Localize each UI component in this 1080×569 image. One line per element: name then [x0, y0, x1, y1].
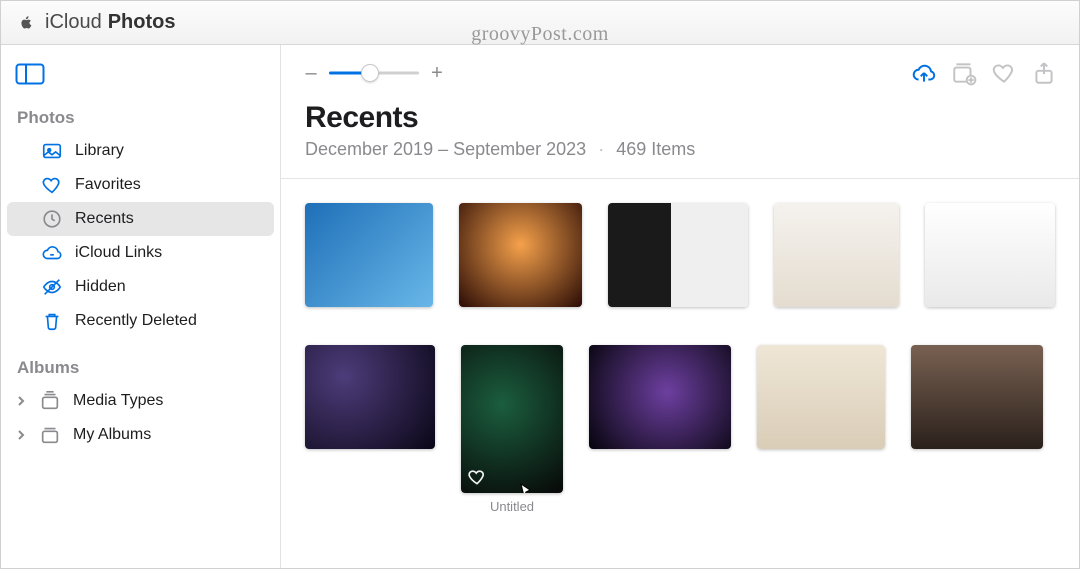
albums-icon [39, 424, 61, 446]
grid-row [305, 203, 1055, 307]
heart-outline-icon[interactable] [467, 467, 487, 487]
library-icon [41, 140, 63, 162]
trash-icon [41, 310, 63, 332]
sidebar-item-label: Recently Deleted [75, 312, 197, 330]
icloud-photos-window: iCloud Photos groovyPost.com Photos Libr… [0, 0, 1080, 569]
cursor-icon [519, 483, 535, 493]
photo-thumbnail[interactable] [305, 345, 435, 449]
sidebar-item-media-types[interactable]: Media Types [7, 384, 274, 418]
slider-knob[interactable] [361, 64, 379, 82]
sidebar-toggle-icon [15, 63, 45, 85]
favorite-icon[interactable] [991, 60, 1017, 86]
titlebar: iCloud Photos groovyPost.com [1, 1, 1079, 45]
eye-slash-icon [41, 276, 63, 298]
sidebar-item-label: iCloud Links [75, 244, 162, 262]
zoom-out-button[interactable]: – [303, 62, 319, 85]
sidebar-item-label: Media Types [73, 392, 163, 410]
photo-thumbnail[interactable] [925, 203, 1055, 307]
add-to-album-icon[interactable] [951, 60, 977, 86]
sidebar-item-label: Hidden [75, 278, 126, 296]
content-header: Recents December 2019 – September 2023 ·… [281, 101, 1079, 170]
page-subtitle: December 2019 – September 2023 · 469 Ite… [305, 139, 1055, 160]
watermark: groovyPost.com [471, 23, 609, 46]
sidebar-item-my-albums[interactable]: My Albums [7, 418, 274, 452]
upload-icon[interactable] [911, 60, 937, 86]
app-title-main: Photos [108, 11, 176, 34]
sidebar-view-toggle[interactable] [1, 55, 280, 102]
section-albums: Albums [1, 352, 280, 384]
photo-thumbnail[interactable] [608, 203, 747, 307]
date-range: December 2019 – September 2023 [305, 139, 586, 160]
section-photos: Photos [1, 102, 280, 134]
photo-thumbnail[interactable] [757, 345, 885, 449]
zoom-in-button[interactable]: + [429, 62, 445, 85]
photo-thumbnail[interactable] [305, 203, 433, 307]
sidebar: Photos Library Favorites Recents iCloud … [1, 45, 281, 568]
page-title: Recents [305, 101, 1055, 135]
sidebar-item-icloud-links[interactable]: iCloud Links [7, 236, 274, 270]
separator-dot: · [598, 139, 604, 160]
sidebar-item-label: Recents [75, 210, 134, 228]
sidebar-item-recents[interactable]: Recents [7, 202, 274, 236]
toolbar: – + [281, 45, 1079, 101]
grid-row: Untitled [305, 345, 1055, 514]
heart-icon [41, 174, 63, 196]
content: – + Recents December 2019 – Septe [281, 45, 1079, 568]
app-title-prefix: iCloud [45, 11, 102, 34]
photo-thumbnail[interactable] [459, 203, 583, 307]
sidebar-item-label: Library [75, 142, 124, 160]
chevron-right-icon [15, 429, 27, 441]
zoom-control: – + [303, 62, 445, 85]
photo-thumbnail-hover[interactable] [461, 345, 563, 493]
thumbnail-caption: Untitled [461, 499, 563, 514]
item-count: 469 Items [616, 139, 695, 160]
sidebar-item-favorites[interactable]: Favorites [7, 168, 274, 202]
sidebar-item-hidden[interactable]: Hidden [7, 270, 274, 304]
apple-logo-icon [17, 12, 35, 34]
clock-icon [41, 208, 63, 230]
app-title: iCloud Photos [45, 11, 175, 34]
zoom-slider[interactable] [329, 63, 419, 83]
sidebar-item-library[interactable]: Library [7, 134, 274, 168]
sidebar-item-label: Favorites [75, 176, 141, 194]
sidebar-item-label: My Albums [73, 426, 151, 444]
cloud-link-icon [41, 242, 63, 264]
photo-thumbnail[interactable] [911, 345, 1043, 449]
stack-icon [39, 390, 61, 412]
photo-thumbnail[interactable] [589, 345, 731, 449]
chevron-right-icon [15, 395, 27, 407]
share-icon[interactable] [1031, 60, 1057, 86]
photo-thumbnail[interactable] [774, 203, 900, 307]
sidebar-item-recently-deleted[interactable]: Recently Deleted [7, 304, 274, 338]
photo-grid: Untitled [281, 179, 1079, 524]
body: Photos Library Favorites Recents iCloud … [1, 45, 1079, 568]
